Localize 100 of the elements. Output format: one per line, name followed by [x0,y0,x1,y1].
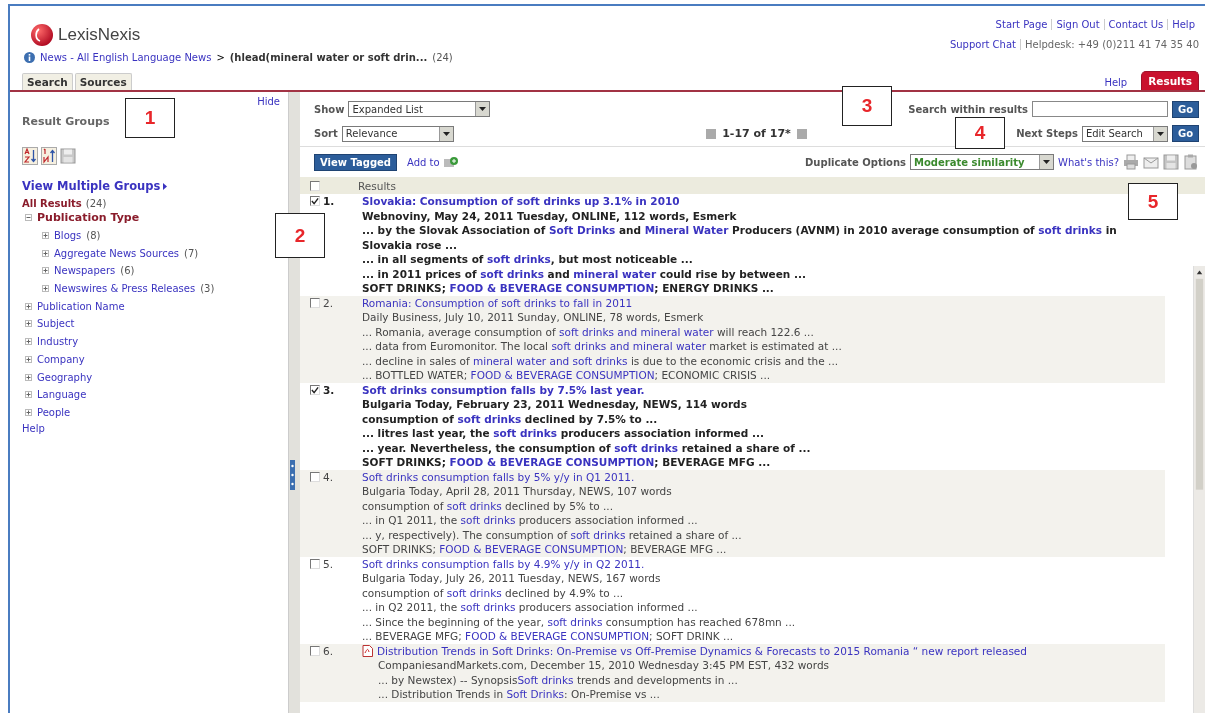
callout-label: 1 [125,98,175,138]
folder-add-icon[interactable] [443,156,458,168]
sort-alphabetical-icon[interactable] [22,147,38,165]
result-title-link[interactable]: Soft drinks consumption falls by 7.5% last year. [362,382,645,397]
scrollbar[interactable] [1193,266,1205,713]
help-link[interactable]: Help [22,423,280,435]
snippet-line: ... BOTTLED WATER; FOOD & BEVERAGE CONSUMPTION; ECONOMIC CRISIS ... [362,368,772,383]
print-icon[interactable] [1123,154,1139,170]
snippet-line: ... y, respectively). The consumption of soft drinks retained a share of ... [362,527,743,542]
sort-dropdown[interactable]: Relevance [341,125,454,142]
group-link[interactable]: Language [37,389,87,401]
expand-icon[interactable] [25,302,32,310]
tab[interactable]: Results [1141,71,1199,90]
group-link[interactable]: Newspapers [54,265,116,277]
header-link[interactable]: Help [1167,19,1199,30]
callout-label: 5 [1128,183,1178,220]
checkbox[interactable] [310,196,320,206]
search-query: (hlead(mineral water or soft drin... [229,52,428,63]
expand-icon[interactable] [42,267,49,275]
splitter-handle-icon[interactable] [290,460,295,490]
checkbox[interactable] [310,558,320,569]
select-all-checkbox[interactable] [310,180,320,191]
whats-this-link[interactable]: What's this? [1058,156,1119,168]
result-title-link[interactable]: Slovakia: Consumption of soft drinks up 3.1% in 2010 [362,194,680,209]
snippet-line: ... data from Euromonitor. The local soft drinks and mineral water market is estimated at ... [362,339,843,354]
expand-icon[interactable] [25,320,32,328]
checkbox[interactable] [310,645,320,656]
snippet-line: SOFT DRINKS; FOOD & BEVERAGE CONSUMPTION; BEVERAGE MFG ... [362,542,728,557]
header-link[interactable]: Contact Us [1103,19,1168,30]
column-header: Results [358,179,396,192]
go-button[interactable]: Go [1171,125,1199,142]
snippet-line: ... in Q2 2011, the soft drinks producers association informed ... [362,600,699,615]
next-steps-dropdown[interactable]: Edit Search [1081,125,1168,142]
group-link[interactable]: Newswires & Press Releases [54,283,196,295]
expand-icon[interactable] [25,408,32,416]
snippet-line: SOFT DRINKS; FOOD & BEVERAGE CONSUMPTION; BEVERAGE MFG ... [362,455,772,470]
group-count: (7) [184,247,199,259]
result-title-link[interactable]: Soft drinks consumption falls by 5% y/y in Q1 2011. [362,469,635,484]
tab[interactable]: Help [1100,75,1132,90]
checkbox[interactable] [310,297,320,308]
expand-icon[interactable] [42,249,49,257]
support-chat-link[interactable]: Support Chat [949,39,1021,50]
clipboard-icon[interactable] [1183,154,1199,170]
snippet-line: consumption of soft drinks declined by 5% to ... [362,498,615,513]
collapse-icon[interactable] [25,214,32,222]
tab[interactable]: Sources [74,73,132,90]
group-link[interactable]: Aggregate News Sources [54,247,180,259]
hide-link[interactable]: Hide [257,96,280,107]
result-number: 4. [323,471,334,483]
snippet-line: ... by Newstex) -- SynopsisSoft drinks trends and developments in ... [378,672,739,687]
helpdesk-text: Helpdesk: +49 (0)211 41 74 35 40 [1025,39,1199,50]
header-link[interactable]: Start Page [991,19,1052,30]
snippet-line: Bulgaria Today, July 26, 2011 Tuesday, NEWS, 167 words [362,571,662,586]
callout-label: 4 [955,117,1005,149]
group-link[interactable]: Company [37,353,85,365]
callout-label: 2 [275,213,325,258]
expand-icon[interactable] [42,232,49,240]
checkbox[interactable] [310,384,320,395]
expand-icon[interactable] [25,373,32,381]
snippet-line: Daily Business, July 10, 2011 Sunday, ONLINE, 78 words, Esmerk [362,310,705,325]
show-label: Show [314,103,345,115]
group-count: (3) [200,283,215,295]
result-title-link[interactable]: Soft drinks consumption falls by 4.9% y/y in Q2 2011. [362,556,645,571]
view-tagged-button[interactable]: View Tagged [314,153,398,171]
go-button[interactable]: Go [1171,100,1199,118]
group-link[interactable]: Publication Name [37,300,125,312]
view-multiple-groups-link[interactable]: View Multiple Groups [22,179,280,193]
result-title-link[interactable]: Romania: Consumption of soft drinks to fall in 2011 [362,295,633,310]
panel-title: Result Groups [22,115,110,128]
group-link[interactable]: Subject [37,318,75,330]
expand-icon[interactable] [25,391,32,399]
snippet-line: ... year. Nevertheless, the consumption of soft drinks retained a share of ... [362,440,812,455]
snippet-line: ... BEVERAGE MFG; FOOD & BEVERAGE CONSUMPTION; SOFT DRINK ... [362,629,735,644]
group-link[interactable]: Publication Type [37,211,140,225]
tab[interactable]: Search [22,73,73,90]
sort-numeric-icon[interactable] [41,147,57,165]
snippet-line: ... by the Slovak Association of Soft Drinks and Mineral Water Producers (AVNM) in 2010 average consumption of soft drinks in Slovakia rose ... [362,223,1118,252]
show-dropdown[interactable]: Expanded List [348,101,491,117]
snippet-line: SOFT DRINKS; FOOD & BEVERAGE CONSUMPTION; ENERGY DRINKS ... [362,281,775,296]
all-results-count: (24) [85,198,107,209]
duplicate-options-dropdown[interactable]: Moderate similarity [910,154,1055,170]
group-link[interactable]: Geography [37,371,93,383]
snippet-line: Webnoviny, May 24, 2011 Tuesday, ONLINE, 112 words, Esmerk [362,208,738,223]
result-number: 2. [323,297,334,309]
expand-icon[interactable] [42,285,49,293]
checkbox[interactable] [310,471,320,482]
callout-label: 3 [842,86,892,126]
all-results-label: All Results [22,198,82,209]
add-to-link[interactable]: Add to [407,156,440,168]
group-link[interactable]: Industry [37,336,79,348]
result-title-link[interactable]: Distribution Trends in Soft Drinks: On-Premise vs Off-Premise Dynamics & Forecasts to 2015 Romania “ new report released [377,643,1027,658]
group-link[interactable]: Blogs [54,230,82,242]
snippet-line: ... litres last year, the soft drinks producers association informed ... [362,426,765,441]
expand-icon[interactable] [25,338,32,346]
header-link[interactable]: Sign Out [1051,19,1104,30]
search-within-field[interactable] [1031,101,1168,117]
expand-icon[interactable] [25,355,32,363]
result-number: 3. [323,384,335,396]
group-link[interactable]: People [37,406,71,418]
breadcrumb-link[interactable]: News - All English Language News [40,52,212,63]
